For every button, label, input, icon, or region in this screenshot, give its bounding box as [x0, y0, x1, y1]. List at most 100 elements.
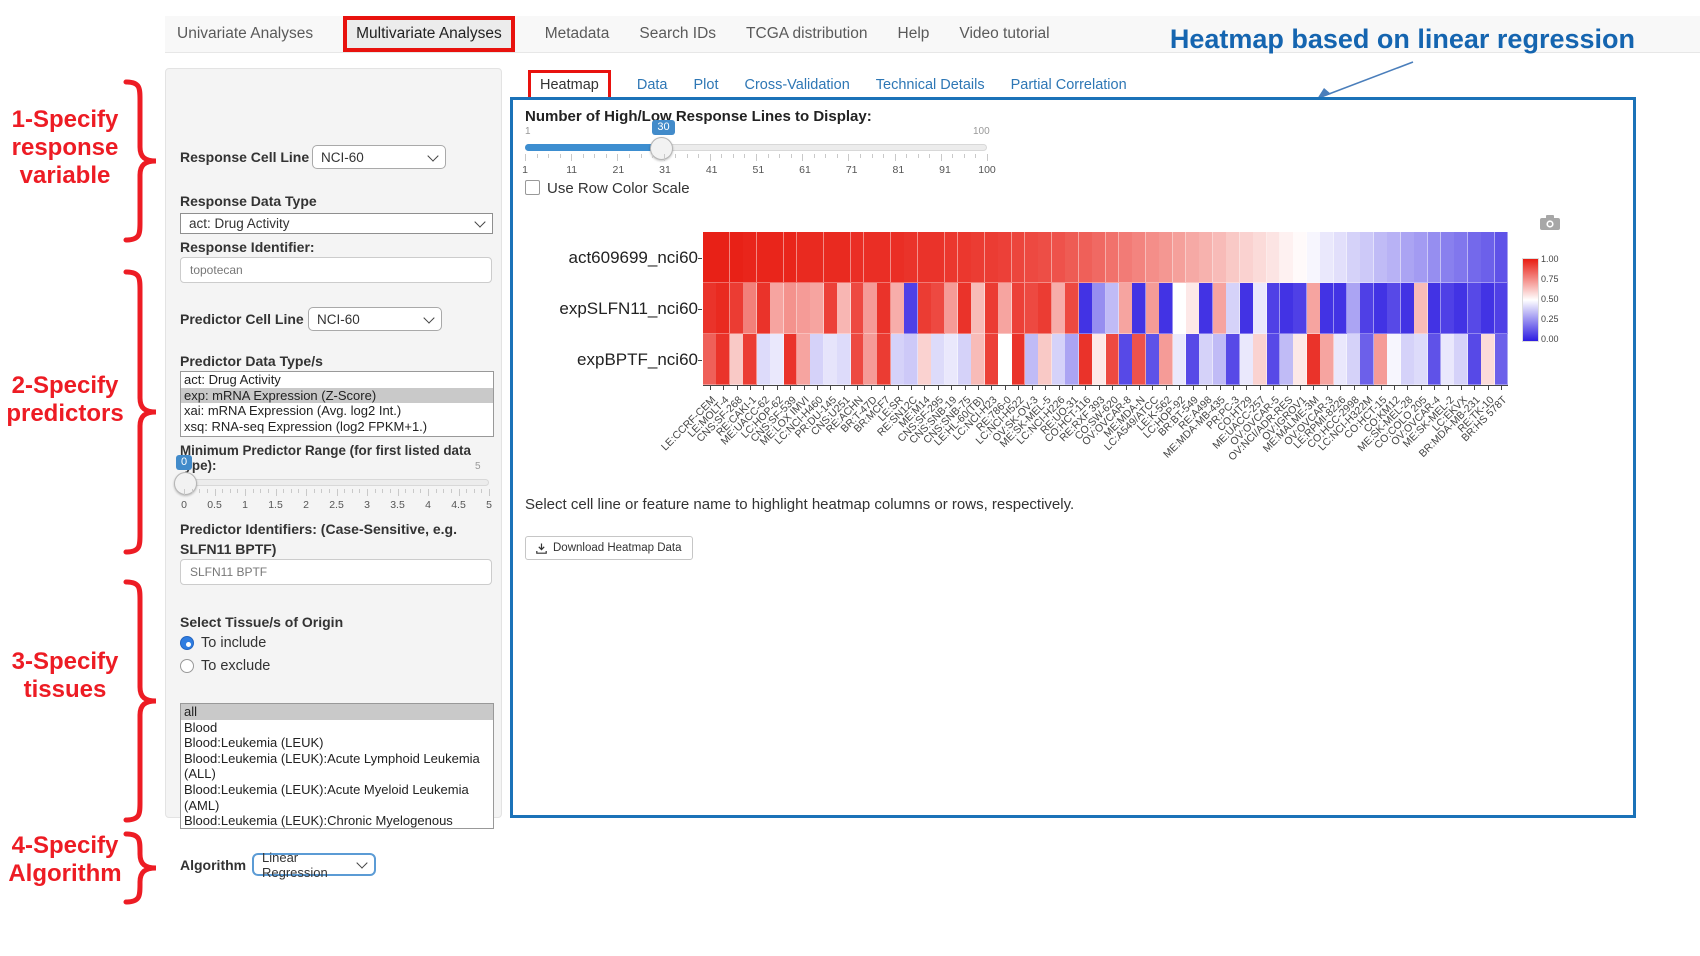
heatmap-cell[interactable]: [1092, 232, 1106, 283]
predictor-data-type-option-xsq-rna-seq-expression-log2-fpkm-1[interactable]: xsq: RNA-seq Expression (log2 FPKM+1.): [181, 419, 493, 435]
heatmap-cell[interactable]: [931, 232, 945, 283]
heatmap-cell[interactable]: [1226, 283, 1240, 334]
heatmap-cell[interactable]: [1360, 232, 1374, 283]
heatmap-cell[interactable]: [1052, 334, 1066, 385]
response-cell-line-set-select[interactable]: NCI-60: [312, 145, 446, 169]
heatmap-cell[interactable]: [1012, 334, 1026, 385]
heatmap-cell[interactable]: [1012, 232, 1026, 283]
nav-item-video-tutorial[interactable]: Video tutorial: [959, 25, 1049, 43]
heatmap-cell[interactable]: [1106, 232, 1120, 283]
nav-item-multivariate-analyses[interactable]: Multivariate Analyses: [343, 16, 515, 52]
nav-item-univariate-analyses[interactable]: Univariate Analyses: [177, 25, 313, 43]
heatmap-cell[interactable]: [985, 334, 999, 385]
heatmap-cell[interactable]: [1106, 334, 1120, 385]
heatmap-cell[interactable]: [1173, 334, 1187, 385]
heatmap-cell[interactable]: [1253, 283, 1267, 334]
heatmap-cell[interactable]: [1079, 283, 1093, 334]
heatmap-cell[interactable]: [757, 283, 771, 334]
heatmap-cell[interactable]: [1468, 283, 1482, 334]
heatmap-cell[interactable]: [837, 334, 851, 385]
heatmap-cell[interactable]: [1360, 334, 1374, 385]
tissue-option-blood-leukemia-leuk-chronic-myelogenous-leukemia-cml[interactable]: Blood:Leukemia (LEUK):Chronic Myelogenou…: [181, 813, 493, 829]
heatmap-cell[interactable]: [918, 283, 932, 334]
heatmap-cell[interactable]: [1428, 232, 1442, 283]
heatmap-cell[interactable]: [1481, 232, 1495, 283]
heatmap-cell[interactable]: [985, 283, 999, 334]
tab-data[interactable]: Data: [637, 77, 668, 93]
heatmap-cell[interactable]: [1307, 283, 1321, 334]
heatmap-cell[interactable]: [1495, 283, 1509, 334]
heatmap-cell[interactable]: [1320, 334, 1334, 385]
predictor-data-type-option-exp-mrna-expression-z-score[interactable]: exp: mRNA Expression (Z-Score): [181, 388, 493, 404]
heatmap-cell[interactable]: [851, 232, 865, 283]
heatmap-cell[interactable]: [1025, 232, 1039, 283]
heatmap-cell[interactable]: [971, 232, 985, 283]
heatmap-cell[interactable]: [784, 232, 798, 283]
heatmap-cell[interactable]: [904, 232, 918, 283]
tissue-option-all[interactable]: all: [181, 704, 493, 720]
heatmap-cell[interactable]: [703, 232, 717, 283]
heatmap-cell[interactable]: [1079, 232, 1093, 283]
download-heatmap-data-button[interactable]: Download Heatmap Data: [525, 536, 693, 560]
tissue-option-blood-leukemia-leuk-acute-lymphoid-leukemia-all[interactable]: Blood:Leukemia (LEUK):Acute Lymphoid Leu…: [181, 751, 493, 782]
heatmap-cell[interactable]: [1173, 283, 1187, 334]
heatmap-cell[interactable]: [1092, 283, 1106, 334]
heatmap-cell[interactable]: [1253, 232, 1267, 283]
heatmap-cell[interactable]: [1025, 283, 1039, 334]
heatmap-cell[interactable]: [1186, 334, 1200, 385]
heatmap-cell[interactable]: [945, 334, 959, 385]
heatmap-cell[interactable]: [1293, 232, 1307, 283]
lines-slider-handle[interactable]: [650, 137, 673, 160]
heatmap-cell[interactable]: [1038, 283, 1052, 334]
predictor-data-type-option-xai-mrna-expression-avg-log2-int[interactable]: xai: mRNA Expression (Avg. log2 Int.): [181, 403, 493, 419]
heatmap-cell[interactable]: [837, 283, 851, 334]
predictor-data-type-option-act-drug-activity[interactable]: act: Drug Activity: [181, 372, 493, 388]
heatmap-cell[interactable]: [1454, 232, 1468, 283]
heatmap-cell[interactable]: [971, 334, 985, 385]
heatmap-cell[interactable]: [1065, 232, 1079, 283]
heatmap-cell[interactable]: [730, 232, 744, 283]
heatmap-cell[interactable]: [1320, 283, 1334, 334]
heatmap-cell[interactable]: [1481, 283, 1495, 334]
heatmap-cell[interactable]: [1495, 334, 1509, 385]
heatmap-cell[interactable]: [891, 334, 905, 385]
heatmap-cell[interactable]: [1468, 334, 1482, 385]
heatmap-cell[interactable]: [945, 283, 959, 334]
heatmap-cell[interactable]: [877, 232, 891, 283]
heatmap-cell[interactable]: [1401, 283, 1415, 334]
heatmap-cell[interactable]: [1052, 232, 1066, 283]
heatmap-cell[interactable]: [1106, 283, 1120, 334]
heatmap-cell[interactable]: [1267, 334, 1281, 385]
tissue-option-blood-leukemia-leuk-acute-myeloid-leukemia-aml[interactable]: Blood:Leukemia (LEUK):Acute Myeloid Leuk…: [181, 782, 493, 813]
heatmap-cell[interactable]: [716, 334, 730, 385]
heatmap-cell[interactable]: [824, 334, 838, 385]
heatmap-cell[interactable]: [1468, 232, 1482, 283]
heatmap-cell[interactable]: [1012, 283, 1026, 334]
heatmap-cell[interactable]: [985, 232, 999, 283]
heatmap-cell[interactable]: [743, 334, 757, 385]
heatmap-cell[interactable]: [730, 334, 744, 385]
heatmap-cell[interactable]: [1428, 334, 1442, 385]
heatmap-cell[interactable]: [757, 334, 771, 385]
heatmap-cell[interactable]: [904, 334, 918, 385]
heatmap-cell[interactable]: [998, 232, 1012, 283]
heatmap-cell[interactable]: [1253, 334, 1267, 385]
heatmap-cell[interactable]: [1334, 334, 1348, 385]
heatmap-cell[interactable]: [1052, 283, 1066, 334]
heatmap-cell[interactable]: [1173, 232, 1187, 283]
heatmap-cell[interactable]: [1334, 232, 1348, 283]
heatmap-cell[interactable]: [1280, 232, 1294, 283]
tab-heatmap[interactable]: Heatmap: [528, 70, 611, 100]
heatmap-cell[interactable]: [797, 232, 811, 283]
heatmap-cell[interactable]: [1428, 283, 1442, 334]
heatmap-cell[interactable]: [703, 334, 717, 385]
heatmap-cell[interactable]: [1213, 334, 1227, 385]
heatmap-cell[interactable]: [1038, 334, 1052, 385]
heatmap-cell[interactable]: [1159, 283, 1173, 334]
heatmap-cell[interactable]: [1401, 232, 1415, 283]
heatmap-row-label-expslfn11-nci60[interactable]: expSLFN11_nci60: [513, 299, 698, 319]
heatmap-cell[interactable]: [918, 334, 932, 385]
heatmap-cell[interactable]: [998, 334, 1012, 385]
heatmap-cell[interactable]: [918, 232, 932, 283]
nav-item-tcga-distribution[interactable]: TCGA distribution: [746, 25, 867, 43]
